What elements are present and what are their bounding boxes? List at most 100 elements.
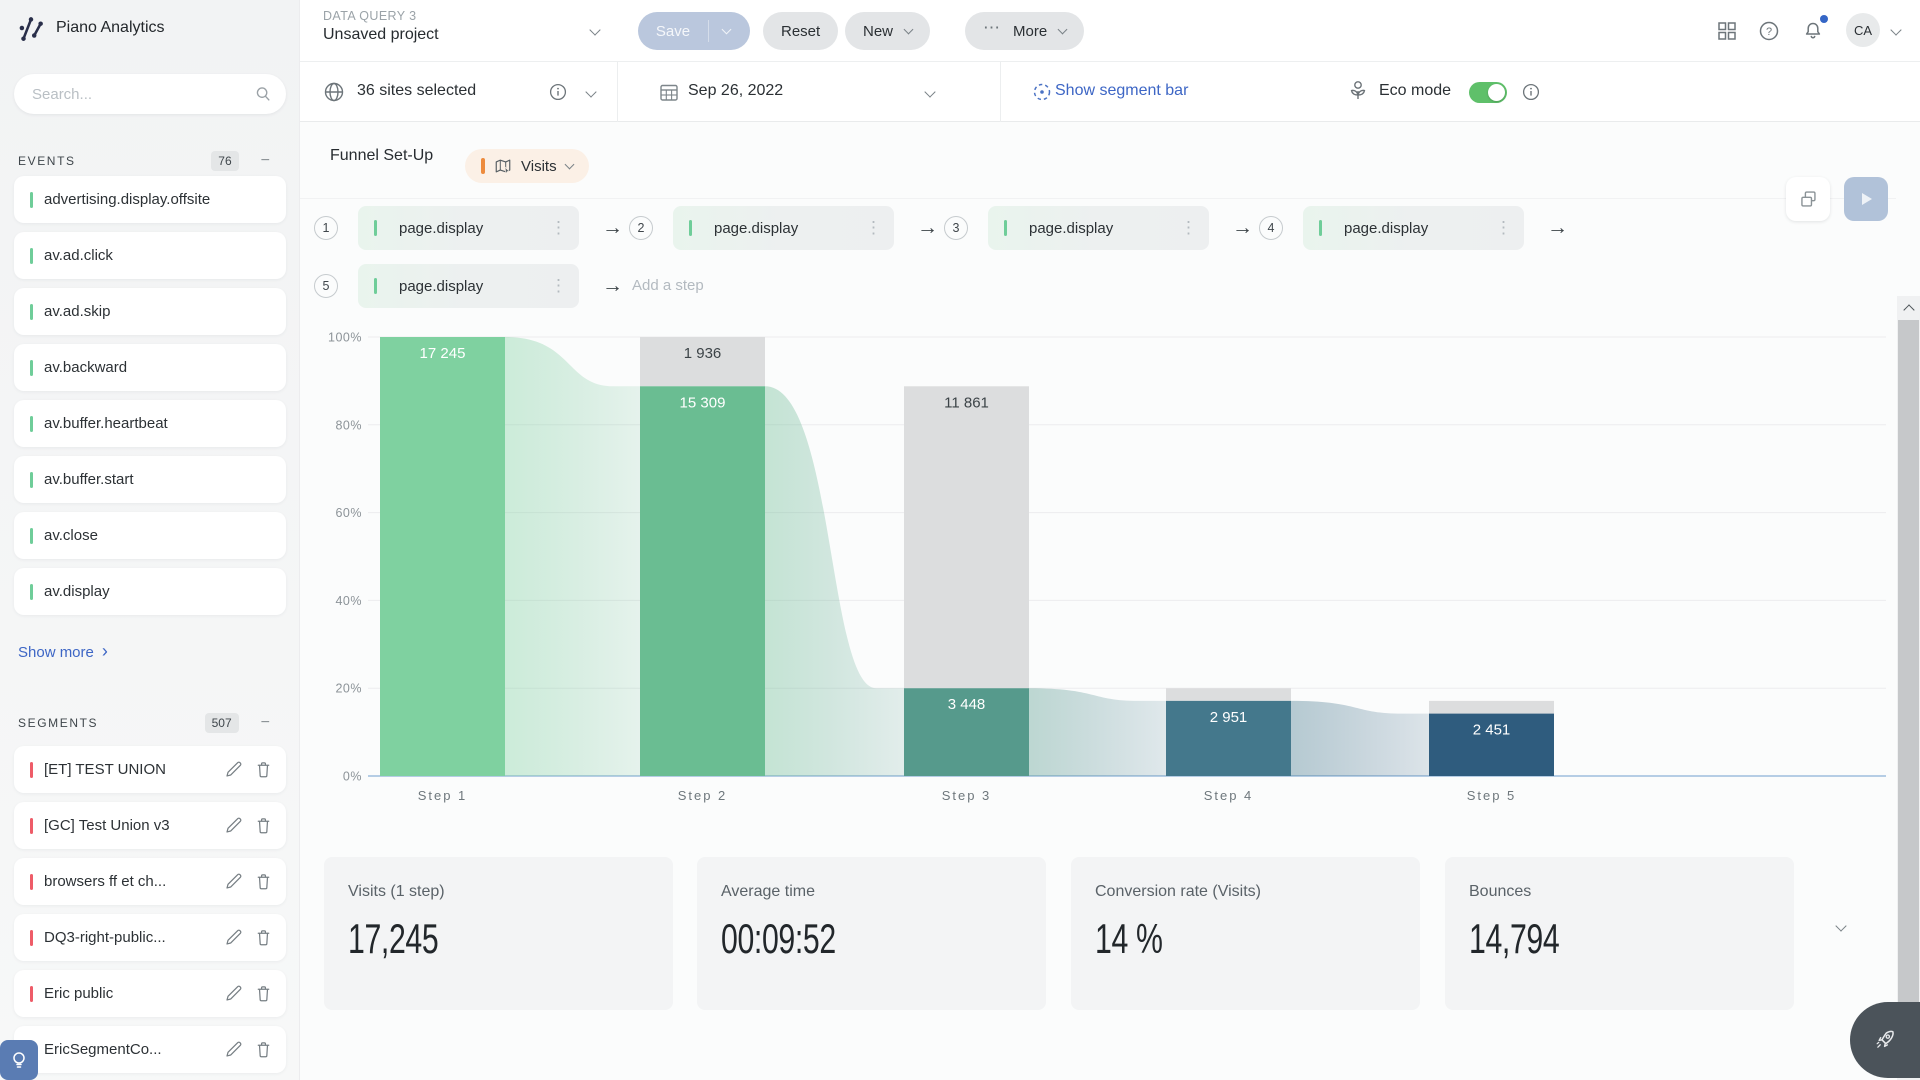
item-label: av.close [44, 527, 274, 544]
date-range-label[interactable]: Sep 26, 2022 [688, 82, 783, 100]
events-count-badge: 76 [211, 151, 238, 171]
lost-cap [904, 386, 1029, 688]
help-icon[interactable]: ? [1758, 20, 1780, 42]
event-list-item[interactable]: av.close [14, 512, 286, 559]
lightbulb-icon [8, 1049, 30, 1071]
segments-count-badge: 507 [205, 713, 239, 733]
events-section-header: EVENTS 76 − [18, 150, 270, 172]
query-block[interactable]: DATA QUERY 3 Unsaved project [323, 9, 439, 44]
lost-value-label: 1 936 [684, 345, 722, 362]
show-more-label: Show more [18, 644, 94, 661]
event-list-item[interactable]: advertising.display.offsite [14, 176, 286, 223]
sites-info-icon[interactable] [549, 83, 567, 101]
segments-list: [ET] TEST UNION [GC] Test Union v3 browser… [14, 746, 286, 1080]
insights-bulb-button[interactable] [0, 1040, 38, 1080]
notifications-bell-icon[interactable] [1802, 20, 1824, 42]
edit-pencil-icon[interactable] [224, 816, 244, 836]
sites-chevron-icon[interactable] [585, 86, 596, 97]
event-list-item[interactable]: av.buffer.heartbeat [14, 400, 286, 447]
event-list-item[interactable]: av.backward [14, 344, 286, 391]
lost-cap [1166, 688, 1291, 701]
edit-pencil-icon[interactable] [224, 928, 244, 948]
x-axis-step-label: Step 4 [1204, 788, 1254, 803]
segment-accent-bar [30, 762, 33, 778]
event-list-item[interactable]: av.buffer.start [14, 456, 286, 503]
segment-list-item[interactable]: [ET] TEST UNION [14, 746, 286, 793]
vertical-scrollbar[interactable] [1897, 296, 1920, 1080]
query-chevron-icon[interactable] [589, 24, 600, 35]
apps-grid-icon[interactable] [1716, 20, 1738, 42]
kpi-label: Conversion rate (Visits) [1095, 883, 1261, 901]
kpi-value: 00:09:52 [721, 915, 836, 963]
delete-trash-icon[interactable] [254, 984, 274, 1004]
user-avatar[interactable]: CA [1846, 13, 1880, 47]
event-accent-bar [30, 416, 33, 432]
show-more-events-link[interactable]: Show more › [18, 643, 108, 662]
segment-list-item[interactable]: DQ3-right-public... [14, 914, 286, 961]
delete-trash-icon[interactable] [254, 1040, 274, 1060]
lost-value-label: 11 861 [944, 394, 989, 411]
segment-bar-target-icon [1032, 82, 1052, 102]
event-list-item[interactable]: av.display [14, 568, 286, 615]
delete-trash-icon[interactable] [254, 928, 274, 948]
y-axis-tick-label: 100% [328, 331, 362, 345]
segment-list-item[interactable]: [GC] Test Union v3 [14, 802, 286, 849]
funnel-flow-area [1291, 701, 1429, 776]
y-axis-tick-label: 80% [335, 418, 362, 432]
event-accent-bar [30, 584, 33, 600]
event-accent-bar [30, 304, 33, 320]
segment-list-item[interactable]: EricSegmentCo... [14, 1026, 286, 1073]
sites-selected-label[interactable]: 36 sites selected [357, 82, 476, 100]
x-axis-step-label: Step 2 [678, 788, 728, 803]
show-segment-bar-link[interactable]: Show segment bar [1055, 82, 1188, 100]
eco-mode-toggle[interactable] [1469, 82, 1507, 103]
eco-info-icon[interactable] [1522, 83, 1540, 101]
sites-globe-icon [323, 81, 345, 103]
funnel-bar [380, 337, 505, 776]
new-button[interactable]: New [845, 12, 930, 50]
save-split-divider [708, 20, 709, 42]
event-list-item[interactable]: av.ad.click [14, 232, 286, 279]
save-button[interactable]: Save [638, 12, 750, 50]
edit-pencil-icon[interactable] [224, 760, 244, 780]
whats-new-rocket-button[interactable] [1850, 1002, 1920, 1078]
segment-list-item[interactable]: Eric public [14, 970, 286, 1017]
scroll-up-arrow[interactable] [1897, 296, 1920, 320]
calendar-icon [658, 81, 680, 103]
save-chevron-icon[interactable] [722, 25, 732, 35]
collapse-events-icon[interactable]: − [261, 155, 270, 167]
kpi-card: Bounces 14,794 [1445, 857, 1794, 1010]
main-content: Funnel Set-Up Visits 1page.display⋮→2pag… [300, 122, 1920, 1080]
kpi-panel-chevron-icon[interactable] [1835, 920, 1846, 931]
scrollbar-thumb[interactable] [1898, 320, 1919, 1046]
item-label: av.ad.skip [44, 303, 274, 320]
event-list-item[interactable]: av.ad.skip [14, 288, 286, 335]
top-bar: DATA QUERY 3 Unsaved project Save Reset … [300, 0, 1920, 62]
item-label: [ET] TEST UNION [44, 761, 214, 778]
kpi-card: Conversion rate (Visits)14 % [1071, 857, 1420, 1010]
edit-pencil-icon[interactable] [224, 1040, 244, 1060]
date-chevron-icon[interactable] [924, 86, 935, 97]
delete-trash-icon[interactable] [254, 816, 274, 836]
delete-trash-icon[interactable] [254, 872, 274, 892]
more-button[interactable]: ⋯ More [965, 12, 1084, 50]
edit-pencil-icon[interactable] [224, 872, 244, 892]
save-label: Save [638, 23, 708, 40]
kpi-label: Visits (1 step) [348, 883, 445, 901]
kpi-value: 14,794 [1469, 915, 1559, 963]
edit-pencil-icon[interactable] [224, 984, 244, 1004]
search-icon [254, 85, 272, 103]
delete-trash-icon[interactable] [254, 760, 274, 780]
reset-button[interactable]: Reset [763, 12, 838, 50]
segments-label: SEGMENTS [18, 716, 98, 730]
collapse-segments-icon[interactable]: − [261, 717, 270, 729]
y-axis-tick-label: 40% [335, 594, 362, 608]
search-box[interactable] [14, 74, 286, 114]
reset-label: Reset [781, 23, 820, 40]
brand-logo-row: Piano Analytics [16, 13, 165, 43]
account-chevron-icon[interactable] [1890, 24, 1901, 35]
kpi-label: Bounces [1469, 883, 1531, 901]
more-label: More [1013, 23, 1047, 40]
search-input[interactable] [32, 86, 254, 103]
segment-list-item[interactable]: browsers ff et ch... [14, 858, 286, 905]
